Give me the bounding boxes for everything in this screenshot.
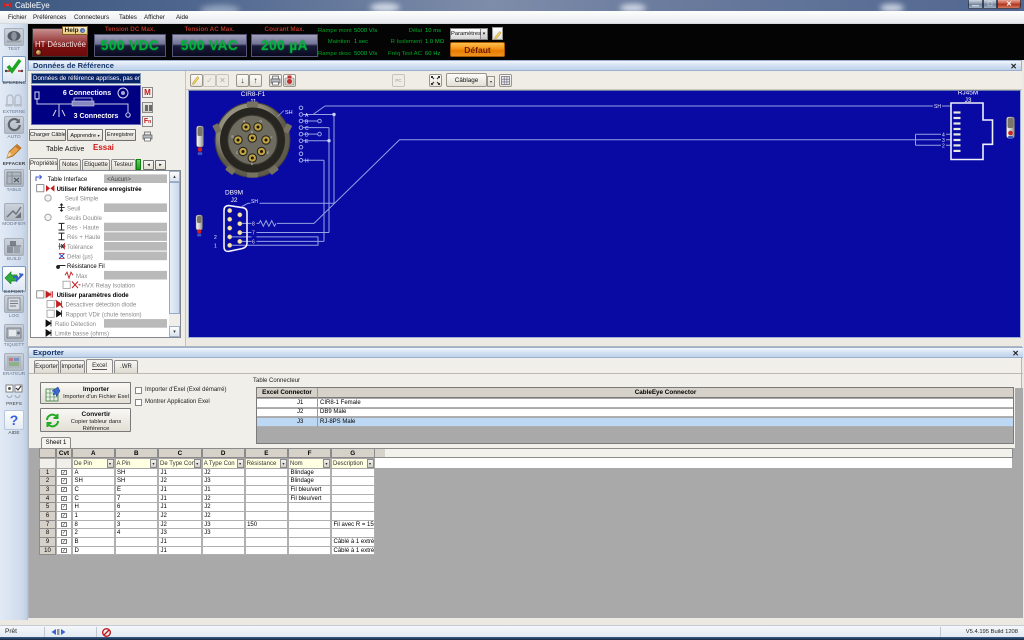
svg-text:RJ45M: RJ45M [958,91,979,97]
svg-text:Utiliser Référence enregistrée: Utiliser Référence enregistrée [57,187,143,193]
svg-text:Délai (µs): Délai (µs) [67,255,93,261]
svg-text:SH: SH [934,104,941,110]
svg-text:Tolérance: Tolérance [67,245,94,251]
svg-text:2: 2 [942,144,945,150]
svg-text:Limite basse (ohms): Limite basse (ohms) [55,332,109,337]
svg-text:Max: Max [76,274,87,280]
svg-text:Seuil: Seuil [67,206,80,212]
svg-text:CIR8-F1: CIR8-F1 [241,91,266,98]
svg-text:E: E [267,151,269,155]
svg-text:A: A [305,113,309,119]
svg-text:HVX Relay Isolation: HVX Relay Isolation [82,283,135,289]
svg-text:<Aucun>: <Aucun> [107,177,132,183]
svg-text:8: 8 [252,222,255,228]
svg-text:J2: J2 [231,197,238,204]
svg-text:Table Interface: Table Interface [48,177,88,183]
svg-text:E: E [305,139,309,145]
svg-text:Rés - Haute: Rés - Haute [67,226,100,232]
svg-text:SH: SH [285,110,293,116]
svg-text:Désactiver détection diode: Désactiver détection diode [66,303,137,309]
svg-text:3 Connectors: 3 Connectors [74,113,119,120]
svg-text:7: 7 [252,231,255,237]
svg-text:SH: SH [251,199,258,205]
svg-text:6: 6 [252,240,255,246]
svg-text:Seuil Simple: Seuil Simple [65,197,99,203]
svg-text:Ratio Détection: Ratio Détection [55,322,96,328]
svg-text:Seuils Double: Seuils Double [65,216,103,222]
svg-text:B: B [232,135,234,139]
svg-text:Rapport VDir (chute tension): Rapport VDir (chute tension) [66,312,142,318]
svg-text:Résistance Fil: Résistance Fil [67,264,105,270]
svg-text:C: C [305,126,309,132]
svg-text:Rés + Haute: Rés + Haute [67,235,101,241]
svg-text:DB9M: DB9M [225,190,243,197]
svg-text:6 Connections: 6 Connections [63,90,111,97]
svg-text:H: H [305,159,309,165]
svg-text:2: 2 [214,235,217,241]
svg-text:F: F [271,136,273,140]
svg-text:D: D [305,132,309,138]
svg-text:Utiliser paramètres diode: Utiliser paramètres diode [57,293,130,299]
svg-text:1: 1 [214,244,217,250]
svg-text:B: B [305,119,309,125]
